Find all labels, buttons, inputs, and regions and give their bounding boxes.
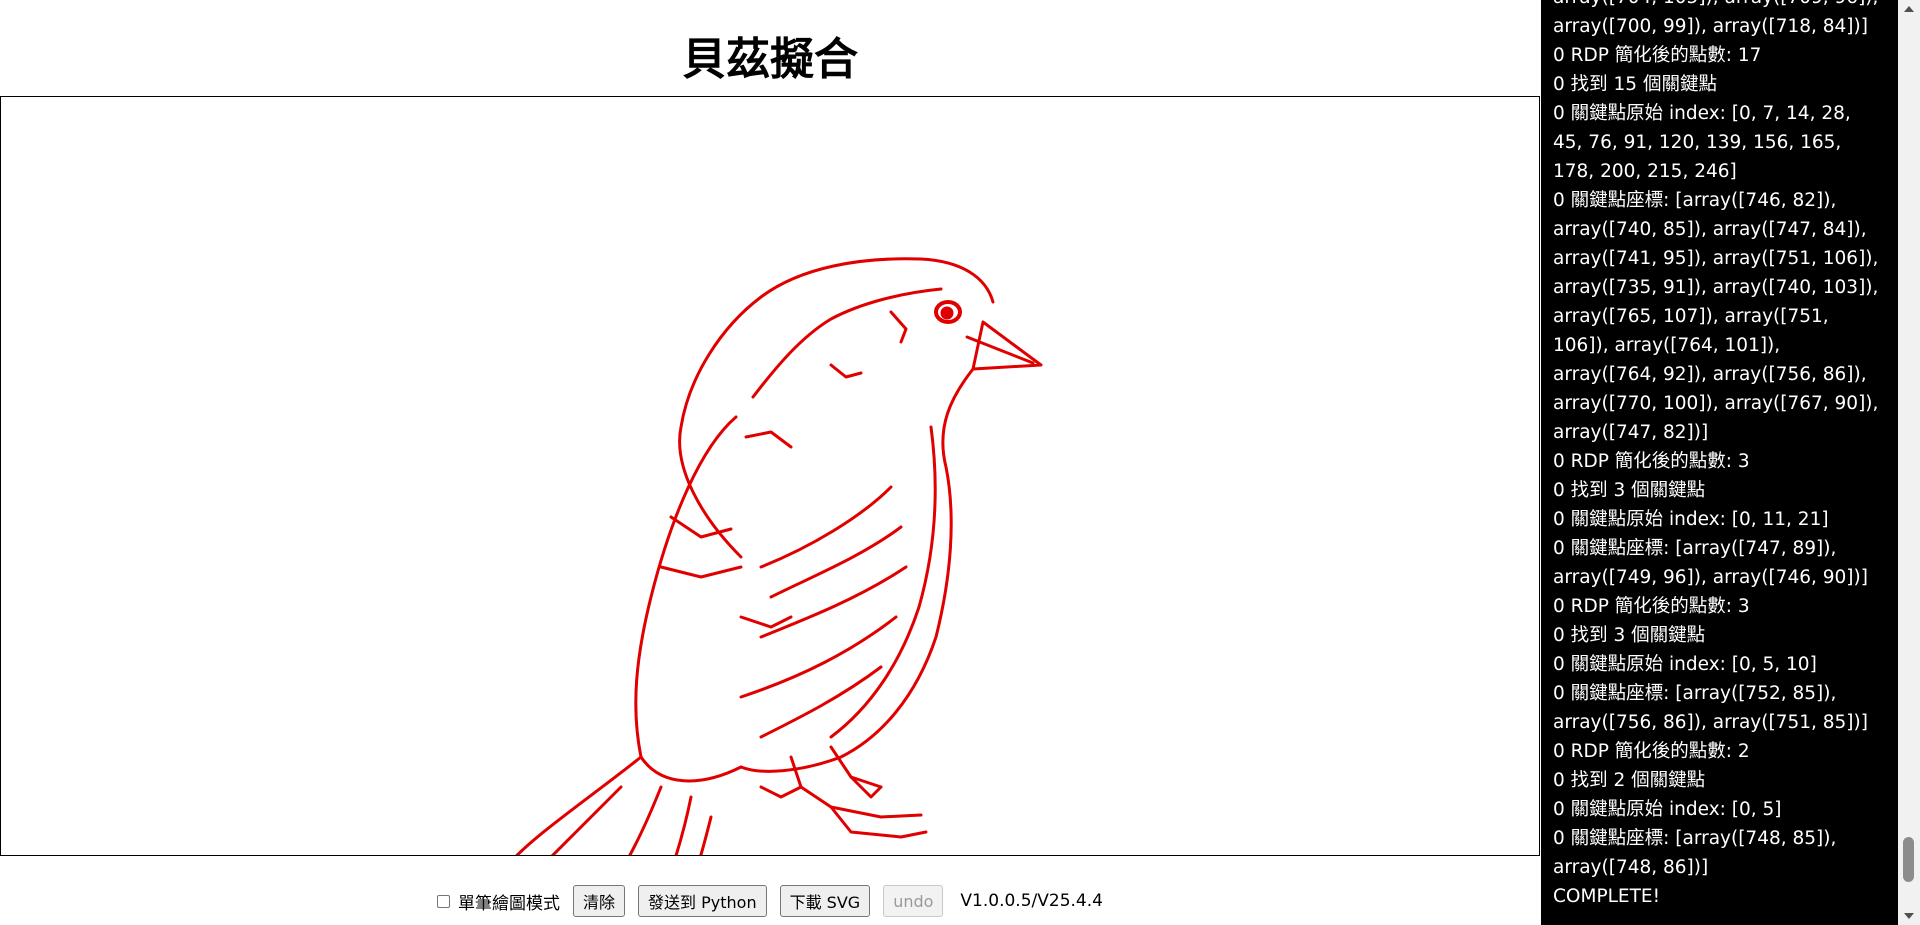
feather-mark-3 — [739, 615, 793, 629]
head-mark-1 — [889, 310, 908, 344]
leg-1 — [759, 755, 803, 799]
tail-line-3 — [674, 795, 693, 855]
bird-strokes — [515, 257, 1043, 855]
version-label: V1.0.0.5/V25.4.4 — [960, 891, 1103, 911]
back-mark — [744, 430, 793, 449]
single-stroke-checkbox[interactable] — [437, 894, 451, 908]
scroll-down-arrow-icon[interactable] — [1904, 913, 1914, 919]
tail-line-1 — [550, 785, 623, 855]
wing-line-4 — [739, 615, 898, 699]
wing-line-5 — [759, 665, 883, 739]
log-line: array([704, 105]), array([709, 96]), — [1553, 0, 1886, 12]
log-line: 0 關鍵點座標: [array([748, 85]), array([748, … — [1553, 828, 1837, 878]
bird-drawing — [515, 257, 1043, 855]
feather-mark-2 — [659, 565, 743, 579]
toolbar: 單筆繪圖模式 清除 發送到 Python 下載 SVG undo V1.0.0.… — [0, 885, 1540, 917]
undo-button[interactable]: undo — [883, 885, 944, 917]
log-line: 0 找到 2 個關鍵點 — [1553, 770, 1706, 791]
download-svg-button[interactable]: 下載 SVG — [779, 885, 871, 917]
log-line: 0 找到 3 個關鍵點 — [1553, 625, 1706, 646]
log-line: 0 關鍵點原始 index: [0, 5] — [1553, 799, 1782, 820]
log-line: 0 RDP 簡化後的點數: 17 — [1553, 45, 1762, 66]
scroll-up-arrow-icon[interactable] — [1904, 6, 1914, 12]
log-line: 0 關鍵點座標: [array([752, 85]), array([756, … — [1553, 683, 1868, 733]
log-content: array([709, 113]), array([713, 104]),arr… — [1553, 0, 1886, 911]
head-mark-2 — [829, 363, 863, 379]
wing-outline — [634, 415, 743, 783]
log-line: 0 關鍵點原始 index: [0, 5, 10] — [1553, 654, 1817, 675]
scrollbar[interactable] — [1898, 0, 1920, 925]
foot-2 — [829, 805, 928, 839]
wing-line-1 — [759, 485, 893, 569]
head-outline-inner — [751, 287, 943, 399]
log-line: 0 關鍵點原始 index: [0, 11, 21] — [1553, 509, 1829, 530]
chest-outline — [739, 367, 975, 773]
log-line: 0 RDP 簡化後的點數: 3 — [1553, 596, 1750, 617]
log-line: array([700, 99]), array([718, 84])] — [1553, 16, 1868, 37]
log-panel[interactable]: array([709, 113]), array([713, 104]),arr… — [1541, 0, 1898, 925]
drawing-canvas[interactable] — [0, 96, 1540, 856]
log-line: 0 RDP 簡化後的點數: 2 — [1553, 741, 1750, 762]
page-title: 貝茲擬合 — [682, 34, 858, 85]
log-line: 0 RDP 簡化後的點數: 3 — [1553, 451, 1750, 472]
wing-line-2 — [769, 525, 903, 599]
log-line: COMPLETE! — [1553, 886, 1660, 907]
log-line: 0 找到 15 個關鍵點 — [1553, 74, 1717, 95]
log-line: 0 找到 3 個關鍵點 — [1553, 480, 1706, 501]
clear-button[interactable]: 清除 — [573, 885, 626, 917]
log-line: 0 關鍵點原始 index: [0, 7, 14, 28, 45, 76, 91… — [1553, 103, 1851, 182]
send-to-python-button[interactable]: 發送到 Python — [638, 885, 767, 917]
pupil — [940, 306, 954, 320]
scroll-thumb[interactable] — [1903, 837, 1914, 882]
single-stroke-label: 單筆繪圖模式 — [458, 893, 561, 914]
log-line: 0 關鍵點座標: [array([746, 82]), array([740, … — [1553, 190, 1879, 443]
log-line: 0 關鍵點座標: [array([747, 89]), array([749, … — [1553, 538, 1868, 588]
foot-1 — [799, 785, 923, 819]
single-stroke-mode[interactable]: 單筆繪圖模式 — [437, 889, 560, 914]
